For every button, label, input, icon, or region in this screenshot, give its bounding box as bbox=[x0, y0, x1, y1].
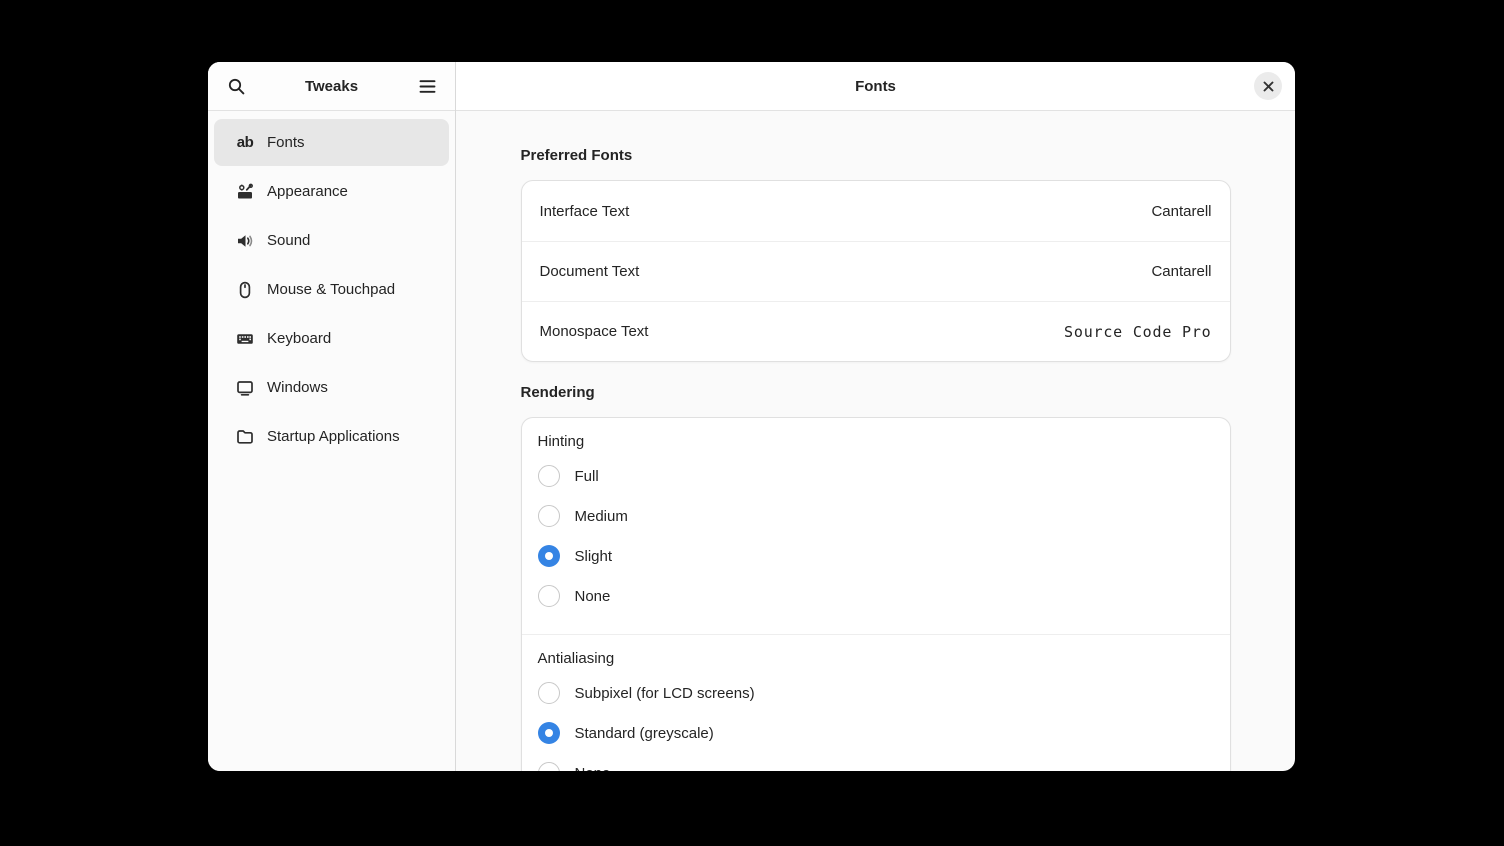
sidebar-item-label: Appearance bbox=[267, 183, 348, 200]
sidebar-item-label: Windows bbox=[267, 379, 328, 396]
monospace-text-row[interactable]: Monospace Text Source Code Pro bbox=[522, 301, 1230, 361]
close-icon bbox=[1263, 81, 1274, 92]
preferred-fonts-heading: Preferred Fonts bbox=[521, 147, 1231, 164]
sidebar-header: Tweaks bbox=[208, 62, 455, 111]
font-row-label: Monospace Text bbox=[540, 323, 649, 340]
font-row-value: Cantarell bbox=[1151, 203, 1211, 220]
hinting-section: Hinting Full Medium Slight bbox=[522, 418, 1230, 634]
sound-icon bbox=[236, 232, 254, 250]
antialiasing-option-none[interactable]: None bbox=[538, 753, 1214, 771]
keyboard-icon bbox=[236, 330, 254, 348]
rendering-heading: Rendering bbox=[521, 384, 1231, 401]
hinting-option-full[interactable]: Full bbox=[538, 456, 1214, 496]
antialiasing-option-subpixel[interactable]: Subpixel (for LCD screens) bbox=[538, 673, 1214, 713]
font-row-value: Cantarell bbox=[1151, 263, 1211, 280]
radio-label: Full bbox=[575, 468, 599, 485]
sidebar: Tweaks ab Fonts Appearance bbox=[208, 62, 456, 771]
radio-button[interactable] bbox=[538, 465, 560, 487]
sidebar-item-label: Startup Applications bbox=[267, 428, 400, 445]
font-row-label: Interface Text bbox=[540, 203, 630, 220]
font-row-value: Source Code Pro bbox=[1064, 323, 1211, 341]
sidebar-item-label: Fonts bbox=[267, 134, 305, 151]
menu-button[interactable] bbox=[412, 71, 442, 101]
radio-label: None bbox=[575, 765, 611, 772]
hinting-option-none[interactable]: None bbox=[538, 576, 1214, 616]
sidebar-item-sound[interactable]: Sound bbox=[214, 217, 449, 264]
close-button[interactable] bbox=[1254, 72, 1282, 100]
main-panel: Fonts Preferred Fonts Interface Text Can… bbox=[456, 62, 1295, 771]
radio-label: Slight bbox=[575, 548, 613, 565]
search-button[interactable] bbox=[221, 71, 251, 101]
rendering-card: Hinting Full Medium Slight bbox=[521, 417, 1231, 771]
hinting-title: Hinting bbox=[538, 430, 1214, 454]
antialiasing-option-standard[interactable]: Standard (greyscale) bbox=[538, 713, 1214, 753]
hinting-option-medium[interactable]: Medium bbox=[538, 496, 1214, 536]
radio-button[interactable] bbox=[538, 722, 560, 744]
radio-label: Medium bbox=[575, 508, 628, 525]
sidebar-nav: ab Fonts Appearance Sound M bbox=[208, 111, 455, 470]
sidebar-item-startup-applications[interactable]: Startup Applications bbox=[214, 413, 449, 460]
radio-label: Standard (greyscale) bbox=[575, 725, 714, 742]
folder-icon bbox=[236, 428, 254, 446]
font-row-label: Document Text bbox=[540, 263, 640, 280]
tweaks-window: Tweaks ab Fonts Appearance bbox=[208, 62, 1295, 771]
sidebar-item-fonts[interactable]: ab Fonts bbox=[214, 119, 449, 166]
radio-button[interactable] bbox=[538, 585, 560, 607]
antialiasing-title: Antialiasing bbox=[538, 647, 1214, 671]
sidebar-item-mouse-touchpad[interactable]: Mouse & Touchpad bbox=[214, 266, 449, 313]
appearance-icon bbox=[236, 183, 254, 201]
page-title: Fonts bbox=[855, 78, 896, 95]
hamburger-menu-icon bbox=[419, 79, 436, 94]
search-icon bbox=[228, 78, 245, 95]
antialiasing-section: Antialiasing Subpixel (for LCD screens) … bbox=[522, 634, 1230, 771]
app-title: Tweaks bbox=[305, 78, 358, 95]
settings-content: Preferred Fonts Interface Text Cantarell… bbox=[456, 111, 1295, 771]
mouse-icon bbox=[236, 281, 254, 299]
fonts-icon: ab bbox=[236, 134, 254, 152]
hinting-option-slight[interactable]: Slight bbox=[538, 536, 1214, 576]
radio-button[interactable] bbox=[538, 545, 560, 567]
sidebar-item-appearance[interactable]: Appearance bbox=[214, 168, 449, 215]
preferred-fonts-card: Interface Text Cantarell Document Text C… bbox=[521, 180, 1231, 362]
interface-text-row[interactable]: Interface Text Cantarell bbox=[522, 181, 1230, 241]
radio-button[interactable] bbox=[538, 682, 560, 704]
sidebar-item-label: Sound bbox=[267, 232, 310, 249]
document-text-row[interactable]: Document Text Cantarell bbox=[522, 241, 1230, 301]
sidebar-item-label: Keyboard bbox=[267, 330, 331, 347]
radio-button[interactable] bbox=[538, 762, 560, 771]
main-header: Fonts bbox=[456, 62, 1295, 111]
sidebar-item-label: Mouse & Touchpad bbox=[267, 281, 395, 298]
radio-label: None bbox=[575, 588, 611, 605]
sidebar-item-windows[interactable]: Windows bbox=[214, 364, 449, 411]
sidebar-item-keyboard[interactable]: Keyboard bbox=[214, 315, 449, 362]
radio-label: Subpixel (for LCD screens) bbox=[575, 685, 755, 702]
monitor-icon bbox=[236, 379, 254, 397]
radio-button[interactable] bbox=[538, 505, 560, 527]
